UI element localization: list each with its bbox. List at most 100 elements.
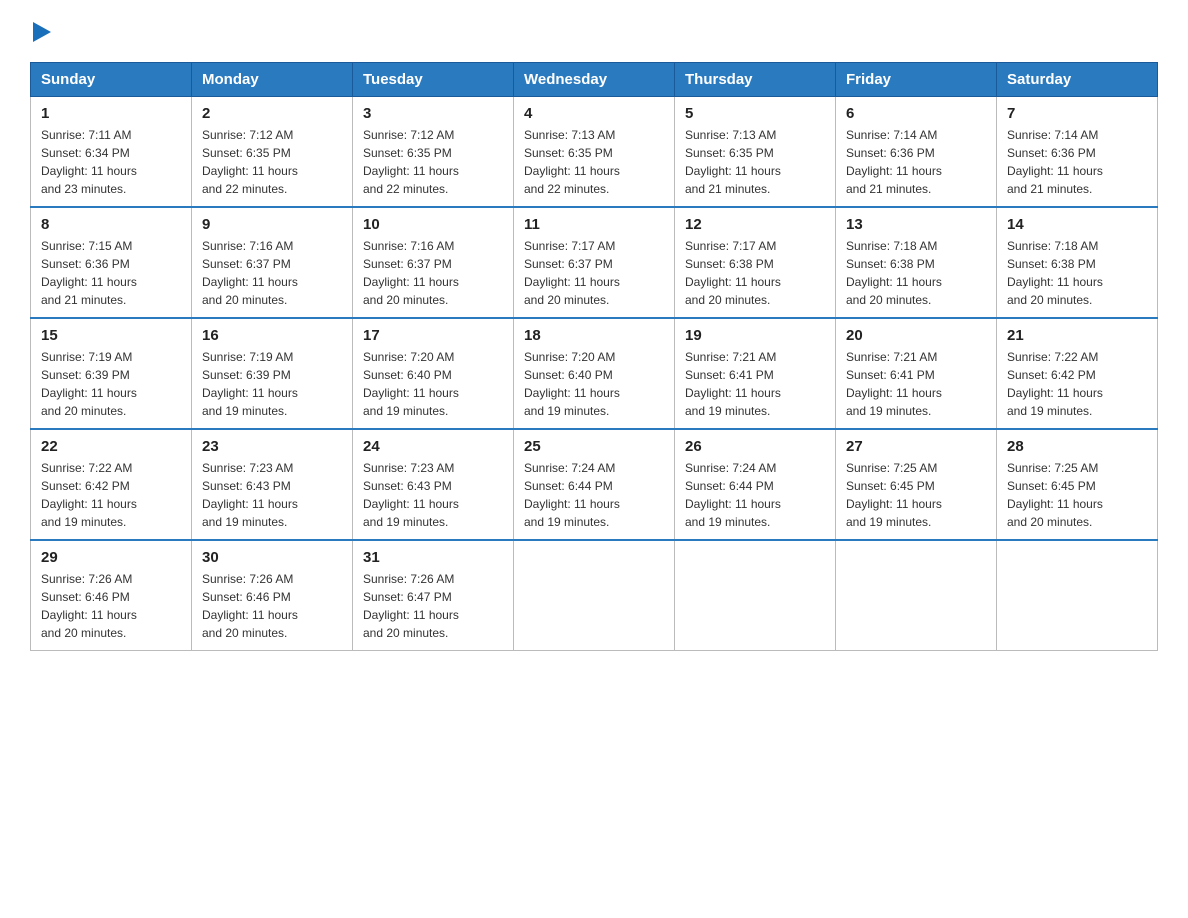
calendar-cell: 9 Sunrise: 7:16 AM Sunset: 6:37 PM Dayli… bbox=[192, 207, 353, 318]
day-number: 2 bbox=[202, 105, 342, 122]
calendar-cell: 27 Sunrise: 7:25 AM Sunset: 6:45 PM Dayl… bbox=[836, 429, 997, 540]
calendar-cell: 25 Sunrise: 7:24 AM Sunset: 6:44 PM Dayl… bbox=[514, 429, 675, 540]
calendar-cell: 30 Sunrise: 7:26 AM Sunset: 6:46 PM Dayl… bbox=[192, 540, 353, 651]
day-number: 8 bbox=[41, 216, 181, 233]
calendar-cell bbox=[997, 540, 1158, 651]
calendar-cell: 20 Sunrise: 7:21 AM Sunset: 6:41 PM Dayl… bbox=[836, 318, 997, 429]
day-number: 19 bbox=[685, 327, 825, 344]
calendar-cell bbox=[675, 540, 836, 651]
calendar-header-row: SundayMondayTuesdayWednesdayThursdayFrid… bbox=[31, 63, 1158, 97]
calendar-cell: 16 Sunrise: 7:19 AM Sunset: 6:39 PM Dayl… bbox=[192, 318, 353, 429]
calendar-cell: 3 Sunrise: 7:12 AM Sunset: 6:35 PM Dayli… bbox=[353, 97, 514, 208]
day-number: 11 bbox=[524, 216, 664, 233]
day-number: 24 bbox=[363, 438, 503, 455]
day-info: Sunrise: 7:16 AM Sunset: 6:37 PM Dayligh… bbox=[202, 237, 342, 309]
calendar-cell: 18 Sunrise: 7:20 AM Sunset: 6:40 PM Dayl… bbox=[514, 318, 675, 429]
day-number: 29 bbox=[41, 549, 181, 566]
calendar-table: SundayMondayTuesdayWednesdayThursdayFrid… bbox=[30, 62, 1158, 651]
day-info: Sunrise: 7:12 AM Sunset: 6:35 PM Dayligh… bbox=[363, 126, 503, 198]
calendar-cell: 13 Sunrise: 7:18 AM Sunset: 6:38 PM Dayl… bbox=[836, 207, 997, 318]
day-info: Sunrise: 7:14 AM Sunset: 6:36 PM Dayligh… bbox=[1007, 126, 1147, 198]
day-info: Sunrise: 7:18 AM Sunset: 6:38 PM Dayligh… bbox=[1007, 237, 1147, 309]
day-number: 17 bbox=[363, 327, 503, 344]
calendar-cell: 5 Sunrise: 7:13 AM Sunset: 6:35 PM Dayli… bbox=[675, 97, 836, 208]
logo bbox=[30, 20, 51, 42]
day-number: 25 bbox=[524, 438, 664, 455]
calendar-cell: 2 Sunrise: 7:12 AM Sunset: 6:35 PM Dayli… bbox=[192, 97, 353, 208]
calendar-cell: 10 Sunrise: 7:16 AM Sunset: 6:37 PM Dayl… bbox=[353, 207, 514, 318]
calendar-cell: 12 Sunrise: 7:17 AM Sunset: 6:38 PM Dayl… bbox=[675, 207, 836, 318]
calendar-week-5: 29 Sunrise: 7:26 AM Sunset: 6:46 PM Dayl… bbox=[31, 540, 1158, 651]
day-info: Sunrise: 7:17 AM Sunset: 6:37 PM Dayligh… bbox=[524, 237, 664, 309]
day-info: Sunrise: 7:16 AM Sunset: 6:37 PM Dayligh… bbox=[363, 237, 503, 309]
day-info: Sunrise: 7:12 AM Sunset: 6:35 PM Dayligh… bbox=[202, 126, 342, 198]
day-number: 12 bbox=[685, 216, 825, 233]
day-info: Sunrise: 7:13 AM Sunset: 6:35 PM Dayligh… bbox=[685, 126, 825, 198]
day-info: Sunrise: 7:26 AM Sunset: 6:46 PM Dayligh… bbox=[41, 570, 181, 642]
day-number: 23 bbox=[202, 438, 342, 455]
day-number: 18 bbox=[524, 327, 664, 344]
calendar-week-3: 15 Sunrise: 7:19 AM Sunset: 6:39 PM Dayl… bbox=[31, 318, 1158, 429]
page-header bbox=[30, 20, 1158, 42]
day-info: Sunrise: 7:24 AM Sunset: 6:44 PM Dayligh… bbox=[524, 459, 664, 531]
day-info: Sunrise: 7:25 AM Sunset: 6:45 PM Dayligh… bbox=[1007, 459, 1147, 531]
calendar-cell bbox=[514, 540, 675, 651]
day-number: 9 bbox=[202, 216, 342, 233]
calendar-header-monday: Monday bbox=[192, 63, 353, 97]
calendar-cell: 28 Sunrise: 7:25 AM Sunset: 6:45 PM Dayl… bbox=[997, 429, 1158, 540]
day-info: Sunrise: 7:23 AM Sunset: 6:43 PM Dayligh… bbox=[202, 459, 342, 531]
calendar-cell: 11 Sunrise: 7:17 AM Sunset: 6:37 PM Dayl… bbox=[514, 207, 675, 318]
calendar-cell: 14 Sunrise: 7:18 AM Sunset: 6:38 PM Dayl… bbox=[997, 207, 1158, 318]
day-number: 20 bbox=[846, 327, 986, 344]
calendar-cell: 29 Sunrise: 7:26 AM Sunset: 6:46 PM Dayl… bbox=[31, 540, 192, 651]
day-number: 31 bbox=[363, 549, 503, 566]
day-info: Sunrise: 7:26 AM Sunset: 6:47 PM Dayligh… bbox=[363, 570, 503, 642]
calendar-cell: 17 Sunrise: 7:20 AM Sunset: 6:40 PM Dayl… bbox=[353, 318, 514, 429]
calendar-cell: 24 Sunrise: 7:23 AM Sunset: 6:43 PM Dayl… bbox=[353, 429, 514, 540]
day-info: Sunrise: 7:25 AM Sunset: 6:45 PM Dayligh… bbox=[846, 459, 986, 531]
day-info: Sunrise: 7:21 AM Sunset: 6:41 PM Dayligh… bbox=[685, 348, 825, 420]
calendar-cell: 15 Sunrise: 7:19 AM Sunset: 6:39 PM Dayl… bbox=[31, 318, 192, 429]
day-number: 26 bbox=[685, 438, 825, 455]
calendar-cell: 19 Sunrise: 7:21 AM Sunset: 6:41 PM Dayl… bbox=[675, 318, 836, 429]
day-number: 28 bbox=[1007, 438, 1147, 455]
day-info: Sunrise: 7:13 AM Sunset: 6:35 PM Dayligh… bbox=[524, 126, 664, 198]
day-info: Sunrise: 7:20 AM Sunset: 6:40 PM Dayligh… bbox=[363, 348, 503, 420]
calendar-header-friday: Friday bbox=[836, 63, 997, 97]
calendar-week-2: 8 Sunrise: 7:15 AM Sunset: 6:36 PM Dayli… bbox=[31, 207, 1158, 318]
day-info: Sunrise: 7:23 AM Sunset: 6:43 PM Dayligh… bbox=[363, 459, 503, 531]
calendar-header-wednesday: Wednesday bbox=[514, 63, 675, 97]
day-info: Sunrise: 7:15 AM Sunset: 6:36 PM Dayligh… bbox=[41, 237, 181, 309]
day-info: Sunrise: 7:18 AM Sunset: 6:38 PM Dayligh… bbox=[846, 237, 986, 309]
calendar-header-saturday: Saturday bbox=[997, 63, 1158, 97]
day-info: Sunrise: 7:26 AM Sunset: 6:46 PM Dayligh… bbox=[202, 570, 342, 642]
calendar-cell: 26 Sunrise: 7:24 AM Sunset: 6:44 PM Dayl… bbox=[675, 429, 836, 540]
day-info: Sunrise: 7:21 AM Sunset: 6:41 PM Dayligh… bbox=[846, 348, 986, 420]
calendar-header-tuesday: Tuesday bbox=[353, 63, 514, 97]
day-info: Sunrise: 7:19 AM Sunset: 6:39 PM Dayligh… bbox=[202, 348, 342, 420]
day-number: 22 bbox=[41, 438, 181, 455]
calendar-cell: 7 Sunrise: 7:14 AM Sunset: 6:36 PM Dayli… bbox=[997, 97, 1158, 208]
calendar-header-thursday: Thursday bbox=[675, 63, 836, 97]
calendar-cell: 22 Sunrise: 7:22 AM Sunset: 6:42 PM Dayl… bbox=[31, 429, 192, 540]
day-number: 7 bbox=[1007, 105, 1147, 122]
logo-triangle-icon bbox=[33, 22, 51, 42]
day-info: Sunrise: 7:14 AM Sunset: 6:36 PM Dayligh… bbox=[846, 126, 986, 198]
day-info: Sunrise: 7:11 AM Sunset: 6:34 PM Dayligh… bbox=[41, 126, 181, 198]
day-number: 6 bbox=[846, 105, 986, 122]
day-number: 13 bbox=[846, 216, 986, 233]
calendar-cell: 21 Sunrise: 7:22 AM Sunset: 6:42 PM Dayl… bbox=[997, 318, 1158, 429]
calendar-week-1: 1 Sunrise: 7:11 AM Sunset: 6:34 PM Dayli… bbox=[31, 97, 1158, 208]
day-info: Sunrise: 7:20 AM Sunset: 6:40 PM Dayligh… bbox=[524, 348, 664, 420]
day-number: 4 bbox=[524, 105, 664, 122]
calendar-cell: 8 Sunrise: 7:15 AM Sunset: 6:36 PM Dayli… bbox=[31, 207, 192, 318]
day-number: 16 bbox=[202, 327, 342, 344]
day-info: Sunrise: 7:22 AM Sunset: 6:42 PM Dayligh… bbox=[1007, 348, 1147, 420]
calendar-cell: 6 Sunrise: 7:14 AM Sunset: 6:36 PM Dayli… bbox=[836, 97, 997, 208]
calendar-cell: 31 Sunrise: 7:26 AM Sunset: 6:47 PM Dayl… bbox=[353, 540, 514, 651]
calendar-header-sunday: Sunday bbox=[31, 63, 192, 97]
calendar-cell: 4 Sunrise: 7:13 AM Sunset: 6:35 PM Dayli… bbox=[514, 97, 675, 208]
day-number: 21 bbox=[1007, 327, 1147, 344]
day-number: 10 bbox=[363, 216, 503, 233]
day-number: 30 bbox=[202, 549, 342, 566]
